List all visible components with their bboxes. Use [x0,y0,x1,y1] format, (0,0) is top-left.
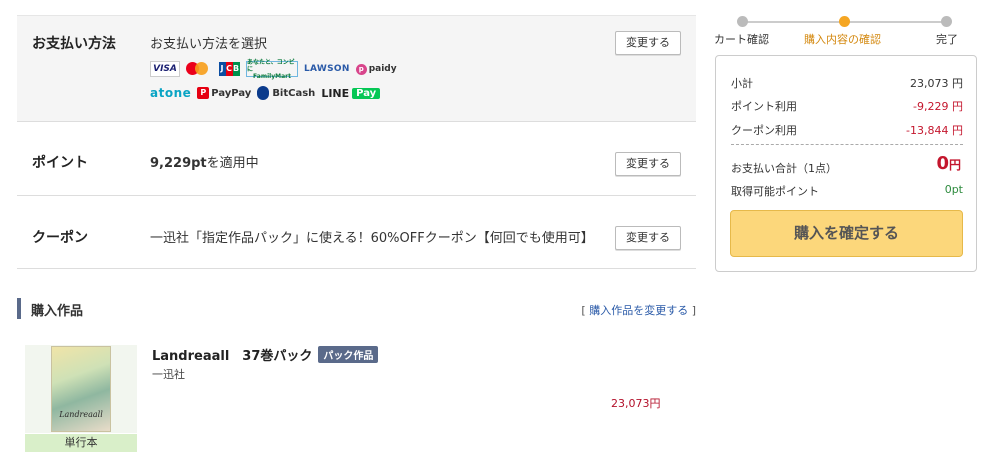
change-items-link-wrap: [ 購入作品を変更する ] [581,302,696,318]
payment-method-row: お支払い方法 お支払い方法を選択 変更する VISA JCB あなたと、コンビに… [17,15,696,122]
item-title: Landreaall 37巻パック パック作品 [152,345,379,364]
subtotal-label: 小計 [731,77,753,90]
earn-points-label: 取得可能ポイント [731,185,819,198]
coupon-used-label: クーポン利用 [731,124,797,137]
atone-logo: atone [150,86,192,100]
total-row: お支払い合計（1点） [731,160,963,178]
total-label: お支払い合計（1点） [731,162,837,175]
paypay-text: PayPay [211,87,252,99]
item-price: 23,073円 [611,397,661,410]
bitcash-text: BitCash [272,87,316,99]
order-summary: 小計 23,073 円 ポイント利用 -9,229 円 クーポン利用 -13,8… [715,55,977,272]
confirm-purchase-button[interactable]: 購入を確定する [730,210,963,257]
bracket-open: [ [581,304,586,317]
purchase-section-title: 購入作品 [31,304,84,319]
points-row: ポイント 9,229ptを適用中 変更する [17,122,696,196]
familymart-logo: あなたと、コンビに FamilyMart [246,58,298,80]
step-label-confirm: 購入内容の確認 [804,33,881,46]
change-coupon-button[interactable]: 変更する [615,226,681,250]
item-thumbnail[interactable]: Landreaall [25,345,137,433]
points-used-label: ポイント利用 [731,100,797,113]
purchase-item: Landreaall 単行本 Landreaall 37巻パック パック作品 一迅… [25,345,685,455]
familymart-name: FamilyMart [253,72,291,80]
step-dot-complete [941,16,952,27]
cover-title: Landreaall [59,410,103,419]
change-payment-button[interactable]: 変更する [615,31,681,55]
format-label: 単行本 [25,434,137,452]
pay-text: Pay [352,87,381,99]
payment-method-value: お支払い方法を選択 [150,37,268,52]
bracket-close: ] [691,304,696,317]
progress-line-1 [742,21,844,23]
checkout-progress: カート確認 購入内容の確認 完了 [714,15,976,51]
coupon-value: 一迅社「指定作品パック」に使える！60%OFFクーポン【何回でも使用可】 [150,231,594,246]
points-label: ポイント [32,155,88,171]
jcb-logo: JCB [218,61,240,77]
points-value: 9,229ptを適用中 [150,152,259,171]
checkout-details: お支払い方法 お支払い方法を選択 変更する VISA JCB あなたと、コンビに… [17,15,696,269]
change-items-link[interactable]: 購入作品を変更する [589,304,688,317]
section-bar [17,298,21,319]
payment-method-label: お支払い方法 [32,36,116,52]
step-label-cart: カート確認 [714,33,769,46]
earn-points-value: 0pt [944,183,963,196]
summary-divider [731,144,963,145]
visa-logo: VISA [150,61,180,77]
subtotal-value: 23,073 円 [910,77,963,90]
pack-badge: パック作品 [318,346,379,363]
item-title-text[interactable]: Landreaall 37巻パック [152,349,312,364]
points-used-row: ポイント利用 -9,229 円 [731,98,963,116]
total-value: 0円 [936,153,961,174]
points-amount: 9,229pt [150,156,207,171]
line-text: LINE [321,86,350,100]
item-publisher: 一迅社 [152,368,185,381]
points-used-value: -9,229 円 [913,100,963,113]
step-label-complete: 完了 [936,33,958,46]
coupon-row: クーポン 一迅社「指定作品パック」に使える！60%OFFクーポン【何回でも使用可… [17,196,696,269]
points-status: を適用中 [206,156,259,171]
lawson-logo: LAWSON [304,64,350,74]
book-cover: Landreaall [51,346,111,432]
paidy-text: paidy [368,64,397,74]
bitcash-logo: BitCash [257,85,315,101]
coupon-label: クーポン [32,230,88,246]
linepay-logo: LINE Pay [321,85,381,101]
payment-logos: VISA JCB あなたと、コンビに FamilyMart LAWSON p pa… [150,59,410,107]
purchase-section-header: 購入作品 [ 購入作品を変更する ] [17,298,696,320]
paypay-logo: P PayPay [197,85,251,101]
total-unit: 円 [948,158,961,172]
paidy-logo: p paidy [355,61,397,77]
earn-points-row: 取得可能ポイント 0pt [731,183,963,201]
progress-line-2 [844,21,946,23]
total-number: 0 [936,153,949,174]
step-dot-confirm [839,16,850,27]
change-points-button[interactable]: 変更する [615,152,681,176]
coupon-used-row: クーポン利用 -13,844 円 [731,122,963,140]
step-dot-cart [737,16,748,27]
subtotal-row: 小計 23,073 円 [731,75,963,93]
mastercard-logo [186,61,212,77]
coupon-used-value: -13,844 円 [906,124,963,137]
familymart-tagline: あなたと、コンビに [247,58,295,73]
